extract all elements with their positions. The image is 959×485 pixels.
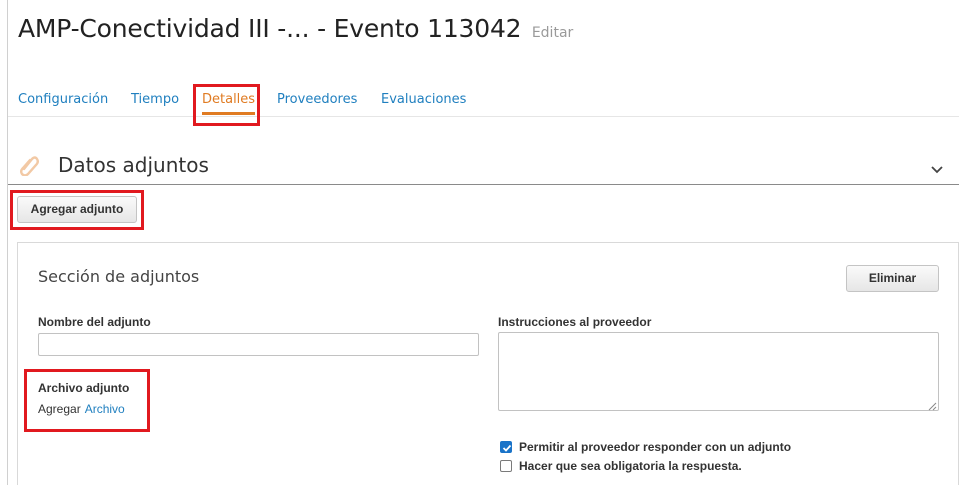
page-left-border [7, 0, 8, 485]
tab-detalles-label: Detalles [202, 92, 256, 107]
required-response-label: Hacer que sea obligatoria la respuesta. [519, 459, 742, 473]
tab-configuracion[interactable]: Configuración [18, 92, 108, 107]
section-title: Datos adjuntos [58, 153, 209, 177]
checkmark-icon [502, 444, 512, 452]
allow-attachment-response-label: Permitir al proveedor responder con un a… [519, 440, 792, 454]
edit-title-link[interactable]: Editar [532, 25, 573, 41]
attachment-section-title: Sección de adjuntos [38, 267, 200, 286]
paperclip-icon [18, 154, 40, 177]
attachment-name-label: Nombre del adjunto [38, 315, 151, 329]
tab-detalles[interactable]: Detalles [202, 92, 256, 115]
tab-proveedores[interactable]: Proveedores [277, 92, 357, 107]
allow-attachment-response-checkbox[interactable] [500, 441, 512, 453]
section-divider [8, 184, 959, 185]
tabs-divider [8, 116, 959, 117]
active-tab-underline [202, 112, 256, 115]
attached-file-label: Archivo adjunto [38, 381, 130, 395]
attach-add-text: Agregar [38, 402, 81, 416]
delete-button[interactable]: Eliminar [846, 265, 939, 292]
section-header: Datos adjuntos [18, 150, 959, 184]
required-response-checkbox[interactable] [500, 460, 512, 472]
attachment-name-input[interactable] [38, 333, 479, 356]
add-attachment-button[interactable]: Agregar adjunto [17, 196, 137, 223]
attach-file-link[interactable]: Archivo [85, 402, 125, 416]
supplier-instructions-label: Instrucciones al proveedor [498, 315, 652, 329]
attach-file-line: Agregar Archivo [38, 402, 125, 416]
tab-tiempo[interactable]: Tiempo [131, 92, 179, 107]
page-title: AMP-Conectividad III -... - Evento 11304… [18, 14, 573, 43]
event-title: AMP-Conectividad III -... - Evento 11304… [18, 14, 522, 43]
resize-grip-icon[interactable] [927, 398, 937, 411]
supplier-instructions-textarea[interactable] [498, 332, 939, 411]
tab-evaluaciones[interactable]: Evaluaciones [381, 92, 466, 107]
chevron-down-icon[interactable] [929, 162, 945, 178]
